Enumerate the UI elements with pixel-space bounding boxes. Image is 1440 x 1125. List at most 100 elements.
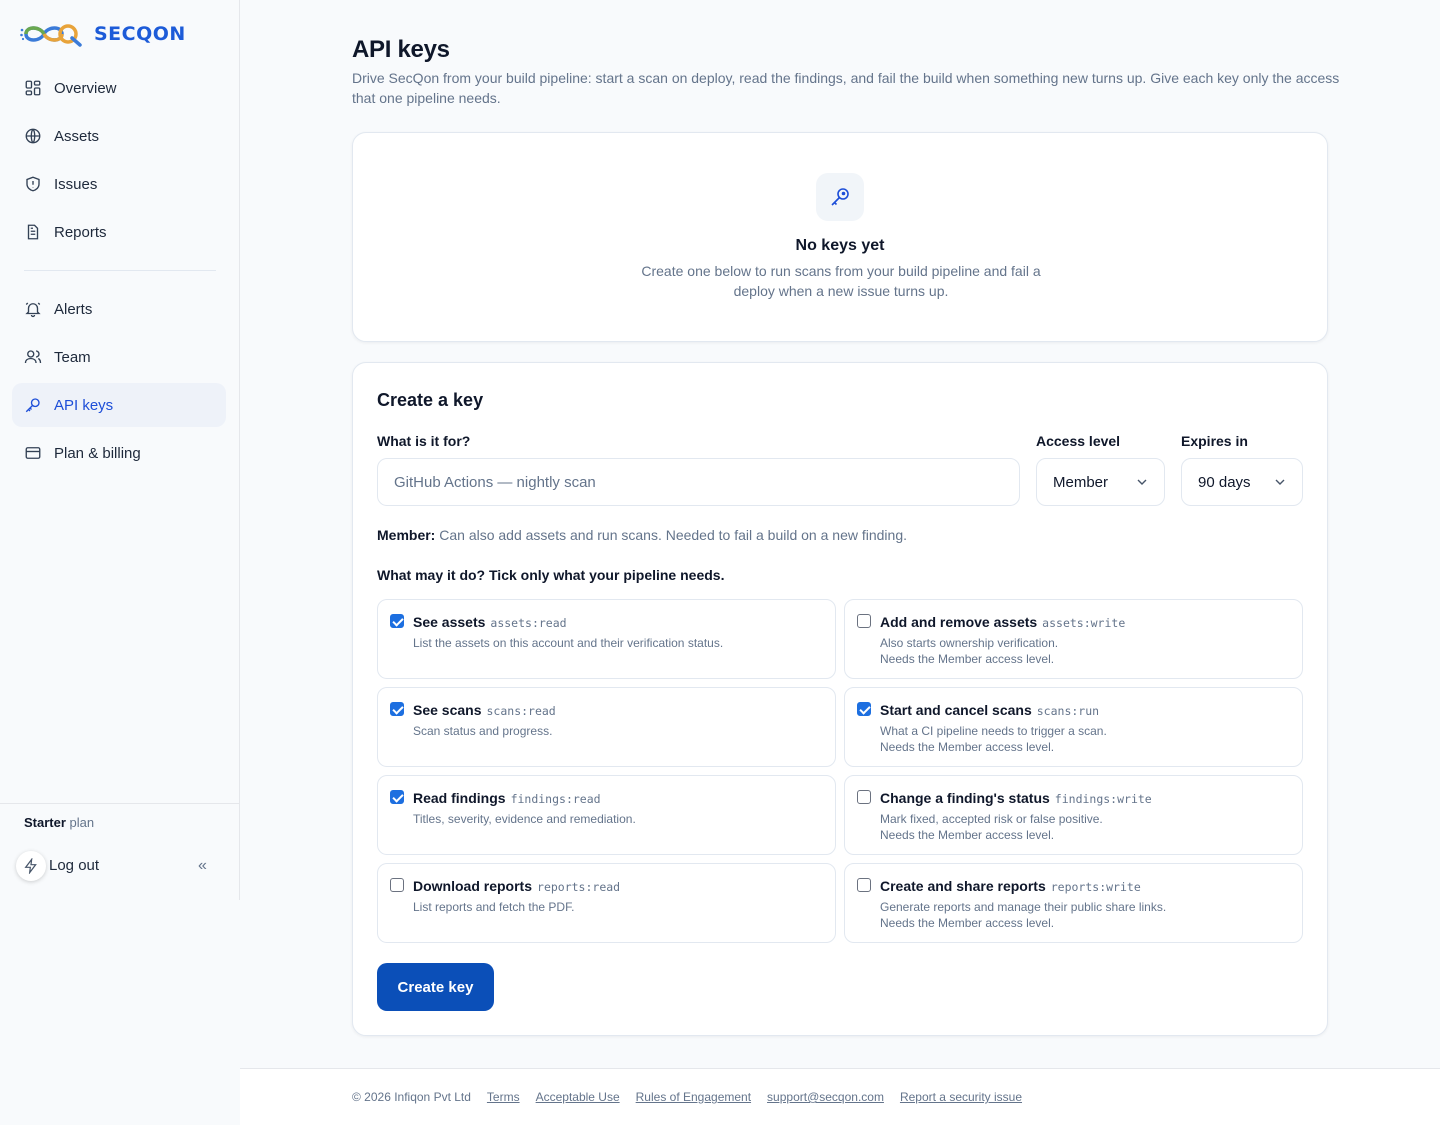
footer-copyright: © 2026 Infiqon Pvt Ltd: [352, 1090, 471, 1104]
secqon-logo-icon: [20, 24, 82, 47]
empty-state-card: No keys yet Create one below to run scan…: [352, 132, 1328, 342]
permission-title: Download reports reports:read: [413, 878, 620, 894]
sidebar-item-api-keys[interactable]: API keys: [12, 383, 226, 427]
permission-desc-text: Also starts ownership verification.: [880, 636, 1059, 650]
permission-checkbox[interactable]: [857, 702, 871, 716]
permission-scope: reports:write: [1050, 880, 1141, 894]
permission-option-scans-read[interactable]: See scans scans:read Scan status and progr…: [377, 687, 836, 767]
sidebar-lower-background: [0, 900, 240, 1125]
footer-link-report-security-issue[interactable]: Report a security issue: [900, 1090, 1022, 1104]
credit-card-icon: [25, 447, 41, 459]
permission-desc-text: Mark fixed, accepted risk or false posit…: [880, 812, 1103, 826]
lightning-icon: [24, 858, 37, 874]
permission-title: Add and remove assets assets:write: [880, 614, 1125, 630]
permission-scope: assets:write: [1042, 616, 1126, 630]
key-icon: [831, 188, 849, 206]
sidebar-item-team[interactable]: Team: [12, 335, 226, 379]
permission-label: Read findings: [413, 790, 506, 806]
sidebar-item-label: Assets: [54, 127, 100, 145]
access-level-value: Member: [1053, 473, 1109, 491]
permission-description: Generate reports and manage their public…: [880, 899, 1166, 931]
permission-label: See scans: [413, 702, 482, 718]
sidebar-item-reports[interactable]: Reports: [12, 210, 226, 254]
shield-icon: [26, 176, 40, 192]
permission-option-findings-write[interactable]: Change a finding's status findings:write M…: [844, 775, 1303, 855]
sidebar-item-label: Overview: [54, 79, 117, 97]
purpose-label: What is it for?: [377, 433, 471, 449]
page-title: API keys: [352, 36, 450, 63]
logout-button[interactable]: Log out: [49, 857, 99, 874]
permission-scope: scans:read: [486, 704, 556, 718]
plan-indicator: Starter plan: [24, 815, 94, 830]
primary-nav: Overview Assets Issues Reports: [12, 66, 226, 258]
permission-checkbox[interactable]: [857, 790, 871, 804]
permission-checkbox[interactable]: [390, 878, 404, 892]
sidebar: SECQON Overview Assets Issues Reports Al…: [0, 0, 240, 900]
permission-description: List the assets on this account and thei…: [413, 635, 723, 651]
access-level-select[interactable]: Member: [1036, 458, 1165, 506]
permission-option-scans-run[interactable]: Start and cancel scans scans:run What a CI…: [844, 687, 1303, 767]
permission-scope: findings:read: [510, 792, 601, 806]
permission-option-reports-read[interactable]: Download reports reports:read List reports…: [377, 863, 836, 943]
sidebar-item-assets[interactable]: Assets: [12, 114, 226, 158]
brand-logo[interactable]: SECQON: [20, 20, 186, 48]
permission-label: Create and share reports: [880, 878, 1046, 894]
permission-option-reports-write[interactable]: Create and share reports reports:write Gen…: [844, 863, 1303, 943]
permission-label: Download reports: [413, 878, 533, 894]
permission-desc-text: What a CI pipeline needs to trigger a sc…: [880, 724, 1107, 738]
member-note-strong: Member:: [377, 527, 436, 543]
plan-name: Starter: [24, 815, 66, 830]
footer-link-terms[interactable]: Terms: [487, 1090, 520, 1104]
sidebar-item-alerts[interactable]: Alerts: [12, 287, 226, 331]
permission-label: Change a finding's status: [880, 790, 1050, 806]
sidebar-item-label: Plan & billing: [54, 444, 141, 462]
permission-title: Change a finding's status findings:write: [880, 790, 1152, 806]
permission-description: What a CI pipeline needs to trigger a sc…: [880, 723, 1107, 755]
permission-checkbox[interactable]: [390, 614, 404, 628]
permission-scope: assets:read: [490, 616, 567, 630]
permission-title: Start and cancel scans scans:run: [880, 702, 1099, 718]
permission-desc-text: Generate reports and manage their public…: [880, 900, 1167, 914]
page-footer: © 2026 Infiqon Pvt Ltd Terms Acceptable …: [240, 1068, 1440, 1125]
brand-name: SECQON: [94, 23, 186, 45]
chevron-down-icon: [1275, 479, 1285, 485]
create-key-card: Create a key What is it for? GitHub Acti…: [352, 362, 1328, 1036]
sidebar-item-label: Issues: [54, 175, 98, 193]
permission-checkbox[interactable]: [390, 702, 404, 716]
sidebar-item-issues[interactable]: Issues: [12, 162, 226, 206]
sidebar-divider: [24, 270, 216, 271]
sidebar-item-label: Reports: [54, 223, 107, 241]
footer-link-support-email[interactable]: support@secqon.com: [767, 1090, 884, 1104]
collapse-sidebar-icon[interactable]: «: [198, 857, 207, 875]
permission-description: Also starts ownership verification. Needs…: [880, 635, 1058, 667]
permission-checkbox[interactable]: [857, 614, 871, 628]
permission-option-findings-read[interactable]: Read findings findings:read Titles, severi…: [377, 775, 836, 855]
grid-icon: [25, 80, 41, 96]
permission-description: Titles, severity, evidence and remediati…: [413, 811, 636, 827]
permission-title: See assets assets:read: [413, 614, 567, 630]
permission-option-assets-write[interactable]: Add and remove assets assets:write Also st…: [844, 599, 1303, 679]
expires-select[interactable]: 90 days: [1181, 458, 1303, 506]
key-icon: [25, 398, 40, 413]
footer-link-rules-of-engagement[interactable]: Rules of Engagement: [636, 1090, 751, 1104]
footer-link-acceptable-use[interactable]: Acceptable Use: [536, 1090, 620, 1104]
sidebar-footer-divider: [0, 803, 240, 804]
create-key-button[interactable]: Create key: [377, 963, 494, 1011]
purpose-input[interactable]: GitHub Actions — nightly scan: [377, 458, 1020, 506]
create-key-title: Create a key: [377, 390, 484, 410]
permission-checkbox[interactable]: [390, 790, 404, 804]
sidebar-item-plan-billing[interactable]: Plan & billing: [12, 431, 226, 475]
permission-title: See scans scans:read: [413, 702, 556, 718]
permission-requirement-note: Needs the Member access level.: [880, 916, 1055, 930]
avatar[interactable]: [16, 851, 46, 881]
empty-state-text: Create one below to run scans from your …: [641, 263, 1041, 299]
permission-desc-text: List reports and fetch the PDF.: [413, 900, 575, 914]
users-icon: [24, 350, 42, 364]
permission-scope: scans:run: [1036, 704, 1100, 718]
permission-description: Scan status and progress.: [413, 723, 552, 739]
sidebar-item-overview[interactable]: Overview: [12, 66, 226, 110]
purpose-placeholder: GitHub Actions — nightly scan: [394, 473, 596, 491]
permission-label: Add and remove assets: [880, 614, 1038, 630]
permission-option-assets-read[interactable]: See assets assets:read List the assets on …: [377, 599, 836, 679]
permission-checkbox[interactable]: [857, 878, 871, 892]
